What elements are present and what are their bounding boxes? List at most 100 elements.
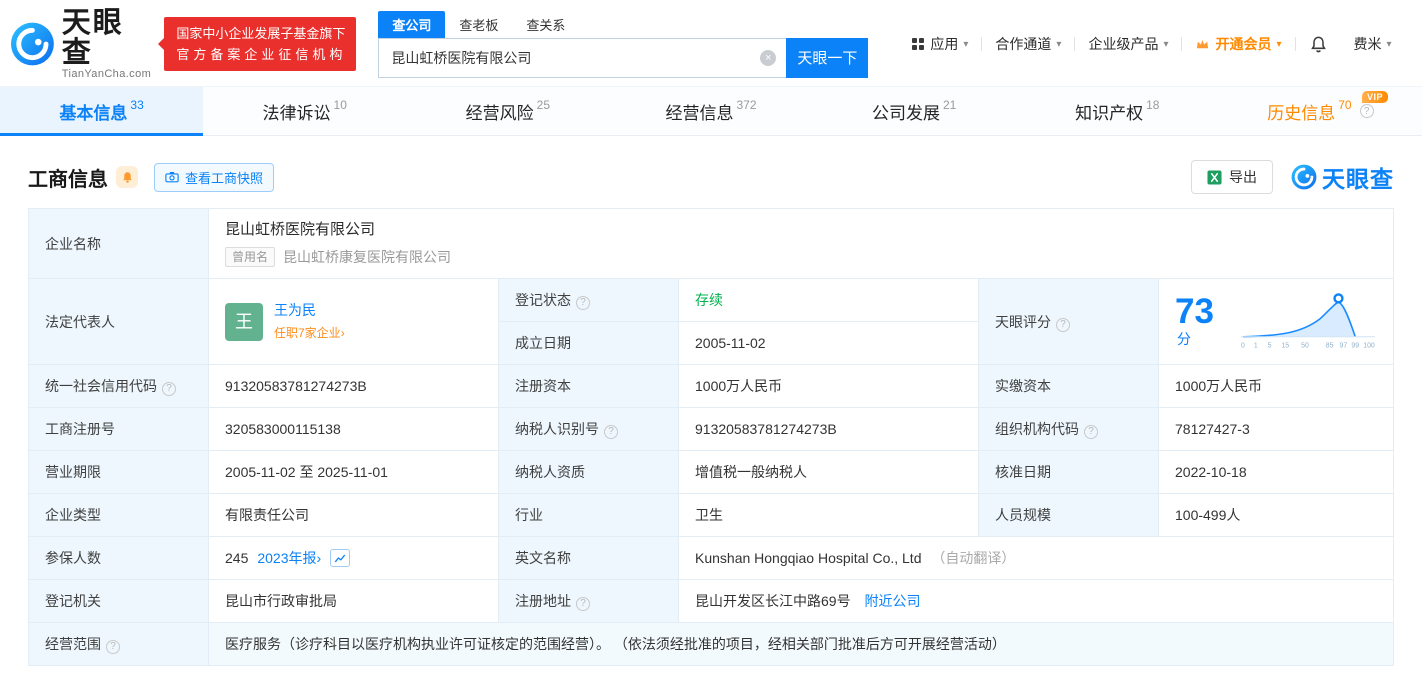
reg-no-label-cell: 工商注册号 <box>28 407 209 451</box>
field-label: 组织机构代码 <box>995 421 1079 437</box>
field-label: 纳税人识别号 <box>515 421 599 437</box>
svg-text:97: 97 <box>1340 342 1348 349</box>
former-name-badge: 曾用名 <box>225 247 276 267</box>
industry-label-cell: 行业 <box>498 493 679 537</box>
tab-count: 10 <box>333 98 347 112</box>
help-icon[interactable]: ? <box>1084 425 1098 439</box>
help-icon[interactable]: ? <box>576 296 590 310</box>
tab-count: 21 <box>942 98 957 112</box>
company-name[interactable]: 昆山虹桥医院有限公司 <box>225 220 1377 240</box>
camera-icon <box>165 172 179 183</box>
help-icon[interactable]: ? <box>604 425 618 439</box>
tab-company-development[interactable]: 公司发展 21 <box>813 87 1016 135</box>
tab-basic-info[interactable]: 基本信息 33 <box>0 87 204 136</box>
reg-no-value: 320583000115138 <box>208 407 499 451</box>
tianyancha-logo-icon <box>1291 164 1317 190</box>
tianyan-score[interactable]: 73分 <box>1175 294 1229 349</box>
address-value-cell: 昆山开发区长江中路69号 附近公司 <box>678 579 1394 623</box>
tab-count: 25 <box>536 98 551 112</box>
reg-status-value-cell: 存续 <box>678 278 979 322</box>
help-icon[interactable]: ? <box>106 640 120 654</box>
menu-app[interactable]: 应用 ▾ <box>898 34 981 54</box>
business-scope-value: 医疗服务（诊疗科目以医疗机构执业许可证核定的范围经营）。 （依法须经批准的项目，… <box>208 622 1394 666</box>
approve-date-value: 2022-10-18 <box>1158 450 1394 494</box>
help-icon[interactable]: ? <box>1056 317 1070 332</box>
tianyancha-logo[interactable]: 天眼查 TianYanCha.com <box>10 7 152 80</box>
search-tab-relation[interactable]: 查关系 <box>512 11 579 38</box>
field-label: 天眼评分 <box>995 313 1051 330</box>
search-button[interactable]: 天眼一下 <box>786 37 869 78</box>
table-row-insured: 参保人数 245 2023年报› 英文名称 Kunshan Hongqiao H… <box>28 536 1394 580</box>
excel-icon <box>1207 169 1222 185</box>
caret-down-icon: ▾ <box>963 38 969 50</box>
tab-label: 公司发展 <box>871 103 940 123</box>
field-label: 登记状态 <box>515 292 571 308</box>
search-input[interactable] <box>378 37 787 78</box>
field-label: 参保人数 <box>45 550 101 566</box>
search-tab-company[interactable]: 查公司 <box>378 10 446 38</box>
notification-bell[interactable] <box>1296 35 1341 54</box>
field-label: 企业名称 <box>45 235 101 252</box>
score-number: 73 <box>1175 292 1214 331</box>
search-tab-boss[interactable]: 查老板 <box>445 11 512 38</box>
tab-legal-litigation[interactable]: 法律诉讼 10 <box>203 87 406 135</box>
clear-icon[interactable]: × <box>760 49 777 66</box>
tab-operation-info[interactable]: 经营信息 372 <box>609 87 812 135</box>
section-title: 工商信息 <box>28 168 108 191</box>
field-label: 英文名称 <box>515 550 571 566</box>
score-unit: 分 <box>1177 331 1191 347</box>
menu-open-vip[interactable]: 开通会员 ▾ <box>1182 34 1294 54</box>
search-area: 查公司 查老板 查关系 × 天眼一下 <box>378 10 886 78</box>
legal-rep-avatar[interactable]: 王 <box>225 302 263 341</box>
industry-value: 卫生 <box>678 493 979 537</box>
score-value-cell: 73分 0 1 5 15 50 85 97 99 100 <box>1158 278 1394 365</box>
field-label: 登记机关 <box>45 593 101 609</box>
menu-cooperation[interactable]: 合作通道 ▾ <box>982 34 1074 54</box>
menu-enterprise-product[interactable]: 企业级产品 ▾ <box>1075 34 1181 54</box>
annual-report-link[interactable]: 2023年报› <box>257 548 321 568</box>
insured-count: 245 <box>225 550 249 566</box>
svg-text:15: 15 <box>1282 342 1290 349</box>
annual-report-label: 2023年报 <box>257 550 317 566</box>
est-date-label-cell: 成立日期 <box>498 321 679 365</box>
legal-rep-name-link[interactable]: 王为民 <box>274 300 345 320</box>
field-label: 成立日期 <box>515 335 571 351</box>
insured-trend-icon[interactable] <box>330 549 351 567</box>
tab-operation-risk[interactable]: 经营风险 25 <box>406 87 609 135</box>
legal-rep-value-cell: 王 王为民 任职7家企业› <box>208 278 499 365</box>
chevron-right-icon: › <box>340 326 345 340</box>
tab-intellectual-property[interactable]: 知识产权 18 <box>1016 87 1219 135</box>
legal-rep-companies-link[interactable]: 任职7家企业› <box>274 323 345 343</box>
tab-count: 372 <box>736 98 757 112</box>
help-icon[interactable]: ? <box>162 382 176 396</box>
company-name-label-cell: 企业名称 <box>28 208 209 279</box>
tab-history-info[interactable]: VIP 历史信息 70 ? <box>1219 87 1422 135</box>
field-label: 经营范围 <box>45 636 101 652</box>
svg-text:0: 0 <box>1241 342 1245 349</box>
tab-count: 18 <box>1146 98 1160 112</box>
svg-text:50: 50 <box>1301 342 1309 349</box>
reg-status-value: 存续 <box>695 292 723 308</box>
field-label: 注册地址 <box>515 593 571 609</box>
company-name-value-cell: 昆山虹桥医院有限公司 曾用名 昆山虹桥康复医院有限公司 <box>208 208 1394 279</box>
tab-label: 经营风险 <box>465 103 534 123</box>
chevron-right-icon: › <box>316 550 322 566</box>
nearby-companies-link[interactable]: 附近公司 <box>864 593 920 609</box>
field-label: 营业期限 <box>45 464 101 480</box>
help-icon[interactable]: ? <box>576 597 590 611</box>
staff-size-value: 100-499人 <box>1158 493 1394 537</box>
trend-line-icon <box>334 554 346 562</box>
business-snapshot-button[interactable]: 查看工商快照 <box>154 162 275 192</box>
caret-down-icon: ▾ <box>1056 38 1062 50</box>
business-info-table: 企业名称 昆山虹桥医院有限公司 曾用名 昆山虹桥康复医院有限公司 法定代表人 王… <box>28 208 1394 666</box>
taxpayer-no-value: 91320583781274273B <box>678 407 979 451</box>
table-row-legal-rep: 法定代表人 王 王为民 任职7家企业› 登记状态? 存续 天眼评分? 73分 0… <box>28 278 1394 365</box>
menu-user[interactable]: 费米 ▾ <box>1341 34 1405 54</box>
subscribe-bell-button[interactable] <box>116 166 138 188</box>
tianyancha-watermark: 天眼查 <box>1291 160 1394 194</box>
org-code-value: 78127427-3 <box>1158 407 1394 451</box>
export-button[interactable]: 导出 <box>1191 160 1273 194</box>
help-icon[interactable]: ? <box>1359 104 1374 118</box>
taxpayer-no-label-cell: 纳税人识别号? <box>498 407 679 451</box>
table-row-capital: 统一社会信用代码? 91320583781274273B 注册资本 1000万人… <box>28 364 1394 408</box>
